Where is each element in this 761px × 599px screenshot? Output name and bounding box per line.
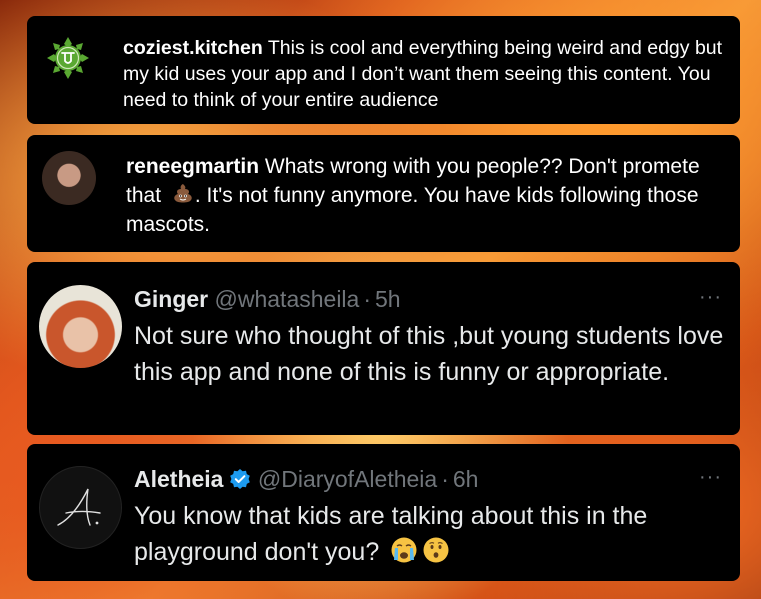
tweet-display-name[interactable]: Aletheia [134,466,223,492]
lotus-chakra-avatar[interactable] [45,35,91,81]
comment-username[interactable]: coziest.kitchen [123,37,263,59]
comment-text: reneegmartin Whats wrong with you people… [126,152,726,239]
comment-username[interactable]: reneegmartin [126,155,259,178]
tweet-handle[interactable]: @DiaryofAletheia [258,466,437,492]
poop-emoji-icon [174,184,192,203]
tweet-text: Not sure who thought of this ,but young … [134,322,724,386]
separator-dot: · [441,466,449,492]
tweet-display-name[interactable]: Ginger [134,286,208,312]
avatar[interactable] [42,151,96,205]
tweet-header: Aletheia @DiaryofAletheia · 6h [134,464,478,494]
verified-badge-icon [230,469,251,489]
tweet-card-aletheia: Aletheia @DiaryofAletheia · 6h ··· You kno… [27,444,740,581]
crying-face-emoji-icon [391,537,417,563]
comment-text: coziest.kitchen This is cool and everyth… [123,35,728,113]
tweet-handle[interactable]: @whatasheila [215,286,360,312]
tweet-timestamp[interactable]: 5h [375,286,401,312]
comment-card-reneegmartin: reneegmartin Whats wrong with you people… [27,135,740,252]
tweet-timestamp[interactable]: 6h [453,466,479,492]
comment-card-coziest-kitchen: coziest.kitchen This is cool and everyth… [27,16,740,124]
hushed-face-emoji-icon [423,537,449,563]
tweet-text: You know that kids are talking about thi… [134,498,734,570]
more-options-icon[interactable]: ··· [699,466,722,489]
separator-dot: · [363,286,372,312]
avatar[interactable] [39,285,122,368]
tweet-header: Ginger @whatasheila · 5h [134,284,401,314]
avatar[interactable] [39,466,122,549]
comment-body-part2: . It's not funny anymore. You have kids … [126,184,699,236]
signature-logo-icon [57,488,101,526]
tweet-card-ginger: Ginger @whatasheila · 5h ··· Not sure who … [27,262,740,435]
more-options-icon[interactable]: ··· [699,286,722,309]
